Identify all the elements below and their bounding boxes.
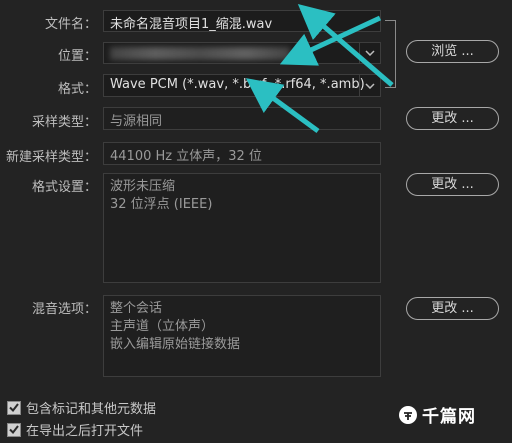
watermark-logo: 千篇网 bbox=[398, 402, 476, 427]
open-after-export-label: 在导出之后打开文件 bbox=[26, 424, 144, 439]
mix-options-line: 主声道（立体声） bbox=[110, 319, 215, 334]
format-settings-line: 32 位浮点 (IEEE) bbox=[110, 197, 213, 212]
format-settings-line: 波形未压缩 bbox=[110, 179, 176, 194]
new-sample-type-label: 新建采样类型： bbox=[5, 150, 97, 165]
open-after-export-checkbox-row[interactable]: 在导出之后打开文件 bbox=[7, 420, 143, 439]
change-format-settings-button[interactable]: 更改 ... bbox=[406, 173, 499, 196]
open-after-export-checkbox[interactable] bbox=[7, 422, 21, 437]
mix-options-line: 整个会话 bbox=[110, 301, 163, 316]
chevron-down-icon[interactable] bbox=[359, 43, 380, 63]
include-markers-label: 包含标记和其他元数据 bbox=[26, 402, 157, 417]
format-dropdown[interactable]: Wave PCM (*.wav, *.bwf, *.rf64, *.amb) bbox=[103, 74, 381, 97]
change-mix-options-button[interactable]: 更改 ... bbox=[406, 297, 499, 320]
chevron-down-icon[interactable] bbox=[359, 75, 380, 96]
format-settings-label: 格式设置： bbox=[31, 180, 97, 195]
redacted-path bbox=[110, 47, 290, 60]
format-label: 格式： bbox=[57, 82, 97, 97]
location-label: 位置： bbox=[57, 49, 97, 64]
watermark-text: 千篇网 bbox=[422, 407, 476, 427]
change-sample-type-button[interactable]: 更改 ... bbox=[406, 107, 499, 130]
filename-input[interactable]: 未命名混音项目1_缩混.wav bbox=[103, 10, 381, 32]
export-dialog: 文件名： 未命名混音项目1_缩混.wav 位置： 格式： Wave PCM (*… bbox=[0, 0, 512, 443]
include-markers-checkbox[interactable] bbox=[7, 400, 21, 415]
sample-type-field: 与源相同 bbox=[103, 107, 381, 130]
mix-options-box: 整个会话 主声道（立体声） 嵌入编辑原始链接数据 bbox=[103, 295, 381, 377]
browse-button[interactable]: 浏览 ... bbox=[406, 40, 499, 63]
include-markers-checkbox-row[interactable]: 包含标记和其他元数据 bbox=[7, 398, 156, 417]
format-value: Wave PCM (*.wav, *.bwf, *.rf64, *.amb) bbox=[110, 77, 365, 92]
mix-options-label: 混音选项： bbox=[31, 302, 97, 317]
sample-type-label: 采样类型： bbox=[31, 115, 97, 130]
filename-label: 文件名： bbox=[44, 17, 97, 32]
format-settings-box: 波形未压缩 32 位浮点 (IEEE) bbox=[103, 173, 381, 283]
group-bracket bbox=[385, 20, 396, 88]
location-dropdown[interactable] bbox=[103, 42, 381, 64]
watermark-icon bbox=[399, 405, 417, 424]
new-sample-type-field: 44100 Hz 立体声，32 位 bbox=[103, 142, 381, 165]
mix-options-line: 嵌入编辑原始链接数据 bbox=[110, 337, 241, 352]
